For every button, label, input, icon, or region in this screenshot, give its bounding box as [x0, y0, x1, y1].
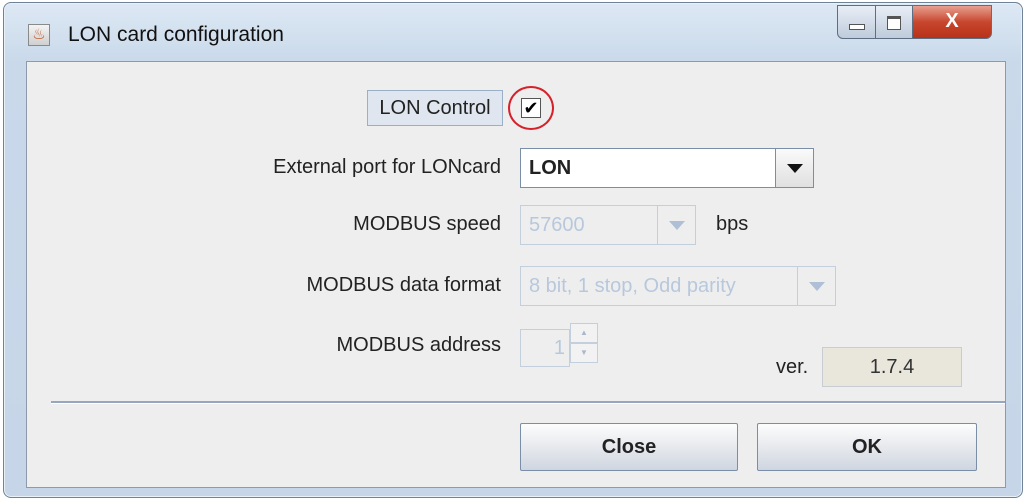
- external-port-label: External port for LONcard: [273, 156, 501, 178]
- external-port-value: LON: [529, 157, 572, 179]
- minimize-icon: [848, 24, 865, 30]
- maximize-icon: [887, 16, 901, 30]
- dialog-content: LON Control ✔ External port for LONcard …: [26, 61, 1006, 488]
- ok-button[interactable]: OK: [757, 423, 977, 471]
- chevron-down-icon[interactable]: [657, 206, 695, 244]
- title-bar[interactable]: ♨ LON card configuration X: [4, 3, 1022, 61]
- modbus-speed-value: 57600: [529, 214, 585, 236]
- dialog-window: ♨ LON card configuration X LON Control ✔…: [3, 2, 1023, 498]
- modbus-format-select[interactable]: 8 bit, 1 stop, Odd parity: [520, 266, 836, 306]
- java-cup-icon: ♨: [28, 24, 50, 46]
- version-value: 1.7.4: [822, 347, 962, 387]
- chevron-down-icon[interactable]: [797, 267, 835, 305]
- modbus-address-stepper[interactable]: ▲ ▼: [570, 323, 598, 363]
- chevron-down-icon[interactable]: [775, 149, 813, 187]
- version-label: ver.: [776, 356, 809, 378]
- modbus-format-label: MODBUS data format: [306, 274, 501, 296]
- modbus-speed-label: MODBUS speed: [353, 213, 501, 235]
- modbus-address-input[interactable]: 1: [520, 329, 570, 367]
- modbus-speed-unit: bps: [716, 213, 749, 235]
- highlight-circle: [508, 86, 554, 130]
- close-icon: X: [945, 10, 959, 32]
- close-window-button[interactable]: X: [912, 5, 992, 39]
- decrement-icon[interactable]: ▼: [570, 343, 598, 363]
- modbus-speed-select[interactable]: 57600: [520, 205, 696, 245]
- increment-icon[interactable]: ▲: [570, 323, 598, 343]
- modbus-address-value: 1: [553, 337, 565, 359]
- maximize-button[interactable]: [875, 5, 913, 39]
- minimize-button[interactable]: [837, 5, 876, 39]
- close-button[interactable]: Close: [520, 423, 738, 471]
- window-title: LON card configuration: [68, 23, 284, 46]
- modbus-address-label: MODBUS address: [336, 334, 502, 356]
- divider: [51, 401, 1005, 404]
- lon-control-label[interactable]: LON Control: [367, 90, 503, 126]
- modbus-format-value: 8 bit, 1 stop, Odd parity: [529, 275, 736, 297]
- external-port-select[interactable]: LON: [520, 148, 814, 188]
